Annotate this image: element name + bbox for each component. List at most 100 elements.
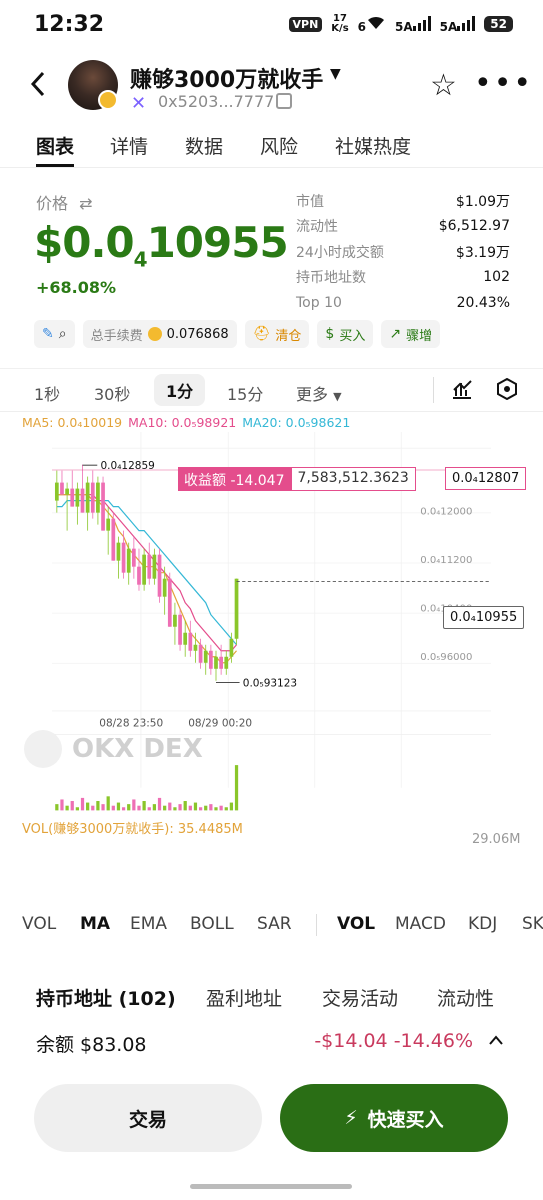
chip-clear-position[interactable]: ⛑ 清仓 xyxy=(244,320,310,348)
candle-body xyxy=(96,482,100,513)
candle-body xyxy=(214,656,218,669)
volume-bar xyxy=(106,796,110,811)
y-tick-label: 0.0₅96000 xyxy=(420,652,472,663)
chip-total-fee[interactable]: 总手续费 0.076868 xyxy=(82,320,237,348)
stat-top10: Top 10 20.43% xyxy=(296,294,510,311)
tab-liquidity[interactable]: 流动性 xyxy=(437,984,494,1011)
candle-body xyxy=(85,482,90,513)
home-indicator xyxy=(190,1184,352,1189)
hat-icon: ⛑ xyxy=(252,326,271,342)
ind-skdj[interactable]: SKDJ xyxy=(522,914,543,934)
volume-bar xyxy=(111,805,115,811)
chevron-down-icon[interactable]: ▼ xyxy=(330,66,341,82)
ind-vol[interactable]: VOL xyxy=(22,914,56,934)
candle-body xyxy=(209,650,213,669)
network-speed: 17 K/s xyxy=(331,13,349,34)
x-tick-label: 08/29 00:20 xyxy=(188,717,252,729)
tab-details[interactable]: 详情 xyxy=(110,132,148,159)
candle-body xyxy=(126,548,131,573)
ind-ma[interactable]: MA xyxy=(80,914,110,934)
copy-icon[interactable] xyxy=(276,93,292,109)
volume-bar xyxy=(178,804,182,811)
tab-holders[interactable]: 持币地址 (102) xyxy=(36,984,176,1011)
candle-body xyxy=(121,542,126,573)
action-chips: ✎ ⌕ 总手续费 0.076868 ⛑ 清仓 $ 买入 ↗ 骤增 xyxy=(34,320,441,348)
candle-body xyxy=(131,548,136,567)
ind-sar[interactable]: SAR xyxy=(257,914,292,934)
interval-1s[interactable]: 1秒 xyxy=(34,381,60,405)
feather-icon: ✎ xyxy=(42,326,54,342)
wifi-icon: 6 xyxy=(358,15,386,34)
ma5-label: MA5: 0.0₄10019 xyxy=(22,415,123,430)
more-icon[interactable]: ••• xyxy=(474,66,533,101)
candle-body xyxy=(167,578,172,627)
ma10-line xyxy=(56,493,237,652)
volume-bar xyxy=(152,804,157,811)
tab-chart[interactable]: 图表 xyxy=(36,132,74,159)
candle-body xyxy=(219,656,223,669)
volume-bar xyxy=(234,765,239,811)
tab-social[interactable]: 社媒热度 xyxy=(335,132,411,159)
volume-bar xyxy=(96,801,100,811)
volume-bar xyxy=(132,799,136,811)
ind-kdj[interactable]: KDJ xyxy=(468,914,497,934)
candle-body xyxy=(193,644,198,651)
interval-30s[interactable]: 30秒 xyxy=(94,381,130,405)
candle-body xyxy=(188,632,193,651)
volume-bar xyxy=(157,797,162,811)
candle-body xyxy=(183,632,188,645)
status-icons: VPN 17 K/s 6 5A 5A 52 xyxy=(288,13,513,34)
interval-more[interactable]: 更多 ▼ xyxy=(296,381,342,405)
stat-holders: 持币地址数 102 xyxy=(296,269,510,287)
candle-body xyxy=(90,482,95,513)
candle-body xyxy=(116,542,121,561)
quick-buy-button[interactable]: ⚡ 快速买入 xyxy=(280,1084,508,1152)
volume-bar xyxy=(60,799,64,811)
token-name[interactable]: 赚够3000万就收手 xyxy=(130,62,323,94)
ma20-line xyxy=(56,500,237,646)
candle-body xyxy=(60,482,64,495)
settings-hex-icon[interactable] xyxy=(496,377,518,404)
interval-bar: 1秒 30秒 1分 15分 更多 ▼ xyxy=(0,368,543,412)
candle-body xyxy=(137,566,141,585)
volume-bar xyxy=(101,804,105,811)
candle-body xyxy=(178,614,182,645)
search-icon: ⌕ xyxy=(58,326,67,342)
ind-macd[interactable]: MACD xyxy=(395,914,446,934)
back-icon[interactable] xyxy=(30,70,46,105)
chevron-up-icon[interactable] xyxy=(488,1030,504,1051)
candle-body xyxy=(162,578,167,597)
ind-sub-vol[interactable]: VOL xyxy=(337,914,375,934)
tab-risk[interactable]: 风险 xyxy=(260,132,298,159)
candle-body xyxy=(224,656,229,669)
position-price-tag: 0.0₄12807 xyxy=(445,467,527,490)
tab-data[interactable]: 数据 xyxy=(185,132,223,159)
indicator-icon[interactable] xyxy=(451,378,473,404)
candle-body xyxy=(65,488,69,495)
volume-bar xyxy=(86,802,90,811)
main-tabs: 图表 详情 数据 风险 社媒热度 xyxy=(0,128,543,168)
trade-button[interactable]: 交易 xyxy=(34,1084,262,1152)
ind-boll[interactable]: BOLL xyxy=(190,914,234,934)
interval-1m[interactable]: 1分 xyxy=(154,374,206,406)
chip-surge[interactable]: ↗ 骤增 xyxy=(381,320,441,348)
volume-bar xyxy=(75,807,79,811)
interval-15m[interactable]: 15分 xyxy=(227,381,263,405)
chip-buy[interactable]: $ 买入 xyxy=(317,320,374,348)
fullscreen-icon[interactable] xyxy=(24,730,62,768)
volume-bar xyxy=(209,804,213,811)
volume-bar xyxy=(214,807,218,811)
volume-label: VOL(赚够3000万就收手): 35.4485M xyxy=(22,822,243,837)
ind-ema[interactable]: EMA xyxy=(130,914,167,934)
volume-bar xyxy=(183,801,187,811)
x-tick-label: 08/28 23:50 xyxy=(99,717,163,729)
volume-bar xyxy=(204,805,208,811)
tab-activity[interactable]: 交易活动 xyxy=(322,984,398,1011)
star-icon[interactable]: ☆ xyxy=(430,68,457,103)
chip-tools[interactable]: ✎ ⌕ xyxy=(34,320,75,348)
swap-icon[interactable]: ⇄ xyxy=(79,194,92,213)
ma-legend: MA5: 0.0₄10019 MA10: 0.0₅98921 MA20: 0.0… xyxy=(22,415,350,430)
volume-bar xyxy=(127,804,131,811)
tab-profitable[interactable]: 盈利地址 xyxy=(206,984,282,1011)
signal-icon-1: 5A xyxy=(395,15,431,34)
